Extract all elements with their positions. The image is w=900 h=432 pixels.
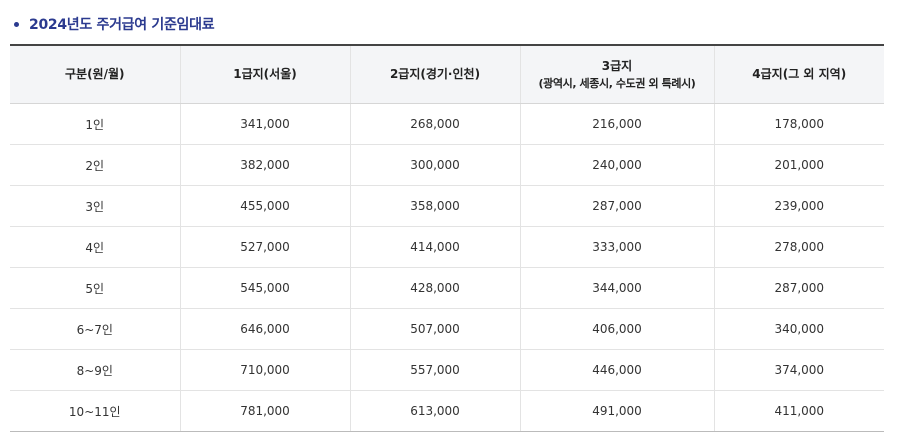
cell-tier-4-rent: 340,000 [714,308,884,350]
table-row: 8~9인 710,000 557,000 446,000 374,000 [10,349,884,391]
rent-table: 구분(원/월) 1급지(서울) 2급지(경기·인천) 3급지 (광역시, 세종시,… [10,44,884,432]
cell-tier-4-rent: 374,000 [714,349,884,391]
cell-tier-2-rent: 414,000 [350,226,521,268]
table-row: 2인 382,000 300,000 240,000 201,000 [10,144,884,186]
cell-household-size: 8~9인 [10,349,181,391]
cell-tier-3-rent: 333,000 [520,226,715,268]
section-title: 2024년도 주거급여 기준임대료 [29,17,215,33]
cell-tier-3-rent: 406,000 [520,308,715,350]
cell-tier-3-rent: 446,000 [520,349,715,391]
cell-tier-1-rent: 341,000 [180,103,351,145]
table-row: 10~11인 781,000 613,000 491,000 411,000 [10,390,884,432]
table-row: 6~7인 646,000 507,000 406,000 340,000 [10,308,884,350]
bullet-icon [14,21,19,27]
header-row: 구분(원/월) 1급지(서울) 2급지(경기·인천) 3급지 (광역시, 세종시,… [10,45,884,104]
cell-tier-4-rent: 411,000 [714,390,884,432]
table-row: 1인 341,000 268,000 216,000 178,000 [10,103,884,145]
cell-tier-4-rent: 239,000 [714,185,884,227]
cell-tier-2-rent: 268,000 [350,103,521,145]
cell-household-size: 3인 [10,185,181,227]
section-title-row: 2024년도 주거급여 기준임대료 [14,12,215,36]
cell-tier-3-rent: 240,000 [520,144,715,186]
cell-tier-2-rent: 300,000 [350,144,521,186]
table-header: 구분(원/월) 1급지(서울) 2급지(경기·인천) 3급지 (광역시, 세종시,… [10,45,884,104]
cell-tier-1-rent: 382,000 [180,144,351,186]
header-tier-4: 4급지(그 외 지역) [714,45,884,104]
cell-tier-1-rent: 646,000 [180,308,351,350]
cell-tier-1-rent: 455,000 [180,185,351,227]
cell-household-size: 6~7인 [10,308,181,350]
cell-tier-4-rent: 287,000 [714,267,884,309]
cell-tier-4-rent: 178,000 [714,103,884,145]
cell-household-size: 2인 [10,144,181,186]
cell-tier-2-rent: 507,000 [350,308,521,350]
table-row: 3인 455,000 358,000 287,000 239,000 [10,185,884,227]
cell-tier-2-rent: 428,000 [350,267,521,309]
cell-tier-1-rent: 545,000 [180,267,351,309]
table-body: 1인 341,000 268,000 216,000 178,000 2인 382,000 3… [10,103,884,432]
cell-tier-3-rent: 216,000 [520,103,715,145]
table-row: 4인 527,000 414,000 333,000 278,000 [10,226,884,268]
cell-household-size: 4인 [10,226,181,268]
cell-tier-4-rent: 278,000 [714,226,884,268]
cell-tier-2-rent: 557,000 [350,349,521,391]
table-row: 5인 545,000 428,000 344,000 287,000 [10,267,884,309]
header-tier-3: 3급지 (광역시, 세종시, 수도권 외 특례시) [520,45,715,104]
cell-tier-3-rent: 287,000 [520,185,715,227]
header-category: 구분(원/월) [10,45,181,104]
cell-tier-1-rent: 710,000 [180,349,351,391]
header-tier-2: 2급지(경기·인천) [350,45,521,104]
cell-tier-2-rent: 358,000 [350,185,521,227]
cell-tier-2-rent: 613,000 [350,390,521,432]
cell-tier-1-rent: 527,000 [180,226,351,268]
cell-tier-1-rent: 781,000 [180,390,351,432]
cell-household-size: 5인 [10,267,181,309]
cell-household-size: 1인 [10,103,181,145]
cell-household-size: 10~11인 [10,390,181,432]
header-tier-3-sub: (광역시, 세종시, 수도권 외 특례시) [538,76,696,90]
cell-tier-3-rent: 491,000 [520,390,715,432]
header-tier-1: 1급지(서울) [180,45,351,104]
cell-tier-3-rent: 344,000 [520,267,715,309]
cell-tier-4-rent: 201,000 [714,144,884,186]
